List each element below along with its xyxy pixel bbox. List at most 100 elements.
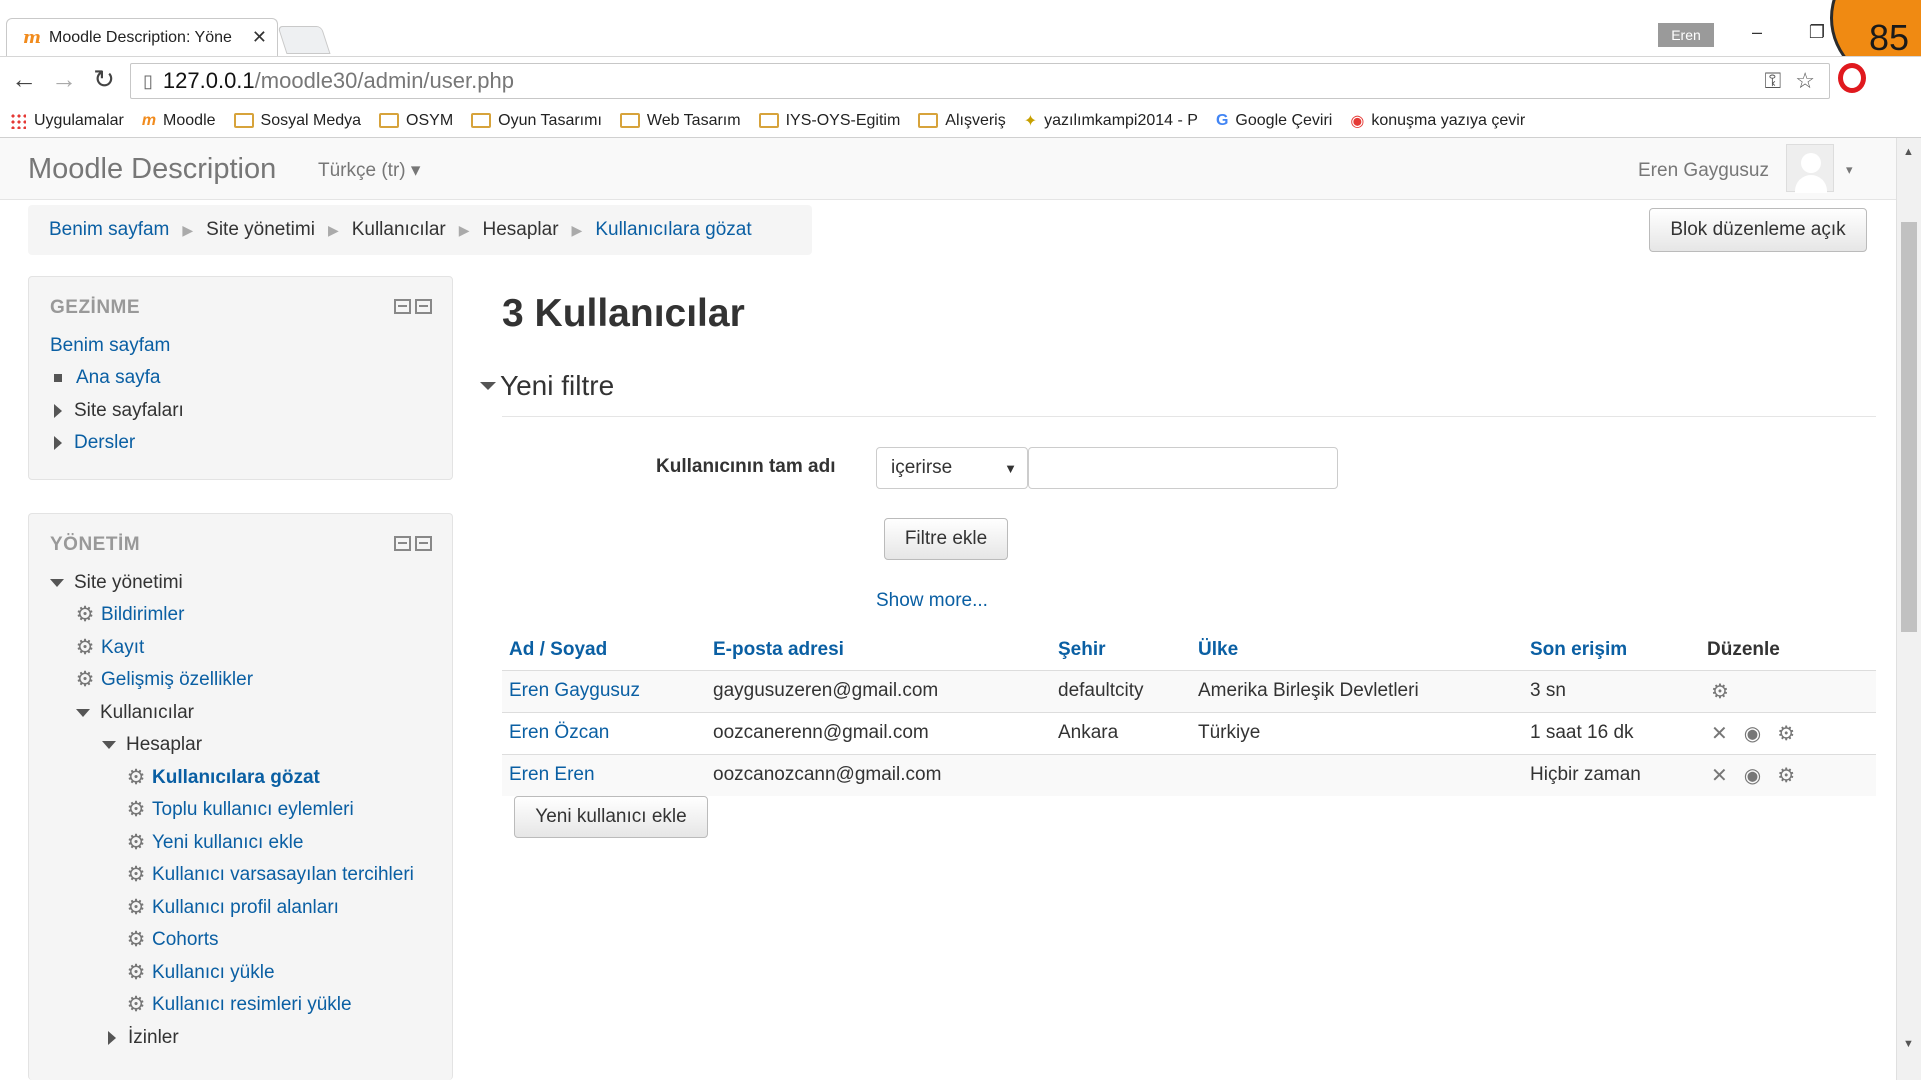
folder-icon: [918, 113, 939, 128]
cell-actions: ✕ ◉ ⚙: [1700, 711, 1876, 754]
block-controls: [394, 299, 432, 314]
cell-name[interactable]: Eren Eren: [502, 753, 706, 796]
bookmark-moodle[interactable]: m Moodle: [142, 112, 216, 130]
nav-item-courses[interactable]: Dersler: [54, 432, 135, 454]
browser-tab[interactable]: m Moodle Description: Yöne ✕: [6, 18, 278, 56]
cell-name[interactable]: Eren Özcan: [502, 711, 706, 754]
filter-value-input[interactable]: [1028, 447, 1338, 489]
admin-item-cohorts[interactable]: ⚙ Cohorts: [126, 929, 219, 951]
cell-name[interactable]: Eren Gaygusuz: [502, 669, 706, 712]
user-name[interactable]: Eren Gaygusuz: [1638, 160, 1769, 182]
suspend-eye-icon[interactable]: ◉: [1744, 721, 1761, 746]
bookmark-translate[interactable]: G Google Çeviri: [1216, 112, 1332, 130]
admin-item-advanced-features[interactable]: ⚙ Gelişmiş özellikler: [75, 669, 253, 691]
breadcrumb-item[interactable]: Kullanıcılar: [352, 219, 446, 241]
dock-icon[interactable]: [415, 299, 432, 314]
column-header-name[interactable]: Ad / Soyad: [502, 630, 706, 671]
admin-item-label: Bildirimler: [101, 604, 185, 625]
user-menu-caret-icon[interactable]: ▾: [1846, 162, 1853, 178]
dock-icon[interactable]: [415, 536, 432, 551]
gear-icon[interactable]: ⚙: [1777, 763, 1795, 788]
bookmarks-bar: Uygulamalar m Moodle Sosyal Medya OSYM O…: [0, 104, 1921, 138]
admin-item-profile-fields[interactable]: ⚙ Kullanıcı profil alanları: [126, 897, 339, 919]
user-profile-link[interactable]: Eren Özcan: [509, 722, 609, 743]
user-profile-link[interactable]: Eren Eren: [509, 764, 595, 785]
column-header-country[interactable]: Ülke: [1191, 630, 1523, 671]
add-new-user-button[interactable]: Yeni kullanıcı ekle: [514, 796, 708, 838]
key-icon[interactable]: ⚿: [1765, 68, 1782, 94]
bookmark-star-icon[interactable]: ☆: [1795, 68, 1815, 94]
opera-extension-icon[interactable]: [1838, 63, 1866, 93]
bookmark-chrome[interactable]: ◉ konuşma yazıya çevir: [1350, 111, 1525, 131]
address-bar[interactable]: ▯ 127.0.0.1 /moodle30/admin/user.php ⚿ ☆: [130, 63, 1830, 99]
nav-item-my-page[interactable]: Benim sayfam: [50, 335, 170, 357]
filter-legend[interactable]: Yeni filtre: [480, 370, 614, 402]
breadcrumb-item[interactable]: Hesaplar: [483, 219, 559, 241]
minimize-icon[interactable]: –: [1742, 22, 1772, 43]
forward-icon[interactable]: →: [48, 64, 80, 95]
gear-icon: ⚙: [126, 928, 146, 951]
bookmark-apps[interactable]: Uygulamalar: [10, 112, 124, 130]
admin-item-bulk-actions[interactable]: ⚙ Toplu kullanıcı eylemleri: [126, 799, 354, 821]
nav-item-site-pages[interactable]: Site sayfaları: [54, 400, 184, 422]
breadcrumb-item[interactable]: Kullanıcılara gözat: [595, 219, 751, 241]
scroll-down-icon[interactable]: ▼: [1903, 1038, 1914, 1050]
admin-item-accounts[interactable]: Hesaplar: [102, 734, 202, 756]
admin-item-browse-users[interactable]: ⚙ Kullanıcılara gözat: [126, 767, 320, 789]
edit-blocks-button[interactable]: Blok düzenleme açık: [1649, 208, 1867, 252]
bookmark-folder[interactable]: Web Tasarım: [619, 112, 741, 130]
user-profile-link[interactable]: Eren Gaygusuz: [509, 680, 640, 701]
admin-item-upload-pictures[interactable]: ⚙ Kullanıcı resimleri yükle: [126, 994, 352, 1016]
suspend-eye-icon[interactable]: ◉: [1744, 763, 1761, 788]
bookmark-folder[interactable]: Alışveriş: [918, 112, 1006, 130]
nav-item-home[interactable]: Ana sayfa: [50, 367, 161, 389]
back-icon[interactable]: ←: [8, 64, 40, 95]
avatar[interactable]: [1786, 144, 1834, 193]
page-scrollbar[interactable]: ▲ ▼: [1896, 138, 1921, 1080]
gear-icon: ⚙: [126, 993, 146, 1016]
scroll-thumb[interactable]: [1901, 222, 1917, 632]
scroll-up-icon[interactable]: ▲: [1903, 146, 1914, 158]
folder-icon: [233, 113, 254, 128]
bookmark-label: Moodle: [163, 111, 216, 129]
delete-icon[interactable]: ✕: [1711, 721, 1728, 746]
collapse-icon[interactable]: [394, 536, 411, 551]
gear-icon[interactable]: ⚙: [1777, 721, 1795, 746]
column-header-email[interactable]: E-posta adresi: [706, 630, 1051, 671]
admin-item-upload-users[interactable]: ⚙ Kullanıcı yükle: [126, 962, 275, 984]
restore-icon[interactable]: ❐: [1802, 22, 1832, 43]
show-more-link[interactable]: Show more...: [876, 590, 988, 612]
browser-profile-chip[interactable]: Eren: [1658, 23, 1714, 47]
bookmark-site[interactable]: ✦ yazılımkampi2014 - P: [1024, 111, 1198, 131]
add-filter-button[interactable]: Filtre ekle: [884, 518, 1008, 560]
tab-close-icon[interactable]: ✕: [252, 27, 267, 48]
bookmark-folder[interactable]: Oyun Tasarımı: [471, 112, 602, 130]
column-header-last-access[interactable]: Son erişim: [1523, 630, 1700, 671]
admin-item-users[interactable]: Kullanıcılar: [76, 702, 194, 724]
apps-grid-icon: [10, 112, 26, 129]
gear-icon[interactable]: ⚙: [1711, 679, 1729, 704]
breadcrumb-item[interactable]: Site yönetimi: [206, 219, 315, 241]
new-tab-button[interactable]: [277, 26, 331, 54]
admin-item-site-admin[interactable]: Site yönetimi: [50, 572, 183, 594]
site-brand[interactable]: Moodle Description: [28, 153, 276, 186]
bookmark-folder[interactable]: Sosyal Medya: [233, 112, 361, 130]
filter-operator-select[interactable]: içerirse ▼: [876, 447, 1028, 489]
expand-arrow-icon: [54, 404, 62, 418]
reload-icon[interactable]: ↻: [88, 64, 120, 95]
admin-item-label: Cohorts: [152, 929, 219, 950]
badge-number: 85: [1869, 17, 1910, 58]
admin-item-permissions[interactable]: İzinler: [108, 1027, 179, 1049]
admin-item-add-user[interactable]: ⚙ Yeni kullanıcı ekle: [126, 832, 304, 854]
collapse-icon[interactable]: [394, 299, 411, 314]
admin-item-notifications[interactable]: ⚙ Bildirimler: [75, 604, 185, 626]
admin-item-default-preferences[interactable]: ⚙ Kullanıcı varsasayılan tercihleri: [126, 864, 414, 886]
column-header-city[interactable]: Şehir: [1051, 630, 1191, 671]
language-menu[interactable]: Türkçe (tr) ▾: [318, 159, 420, 182]
gear-icon: ⚙: [126, 863, 146, 886]
bookmark-folder[interactable]: IYS-OYS-Egitim: [758, 112, 900, 130]
admin-item-registration[interactable]: ⚙ Kayıt: [75, 637, 145, 659]
bookmark-folder[interactable]: OSYM: [379, 112, 453, 130]
delete-icon[interactable]: ✕: [1711, 763, 1728, 788]
breadcrumb-item[interactable]: Benim sayfam: [49, 219, 169, 241]
